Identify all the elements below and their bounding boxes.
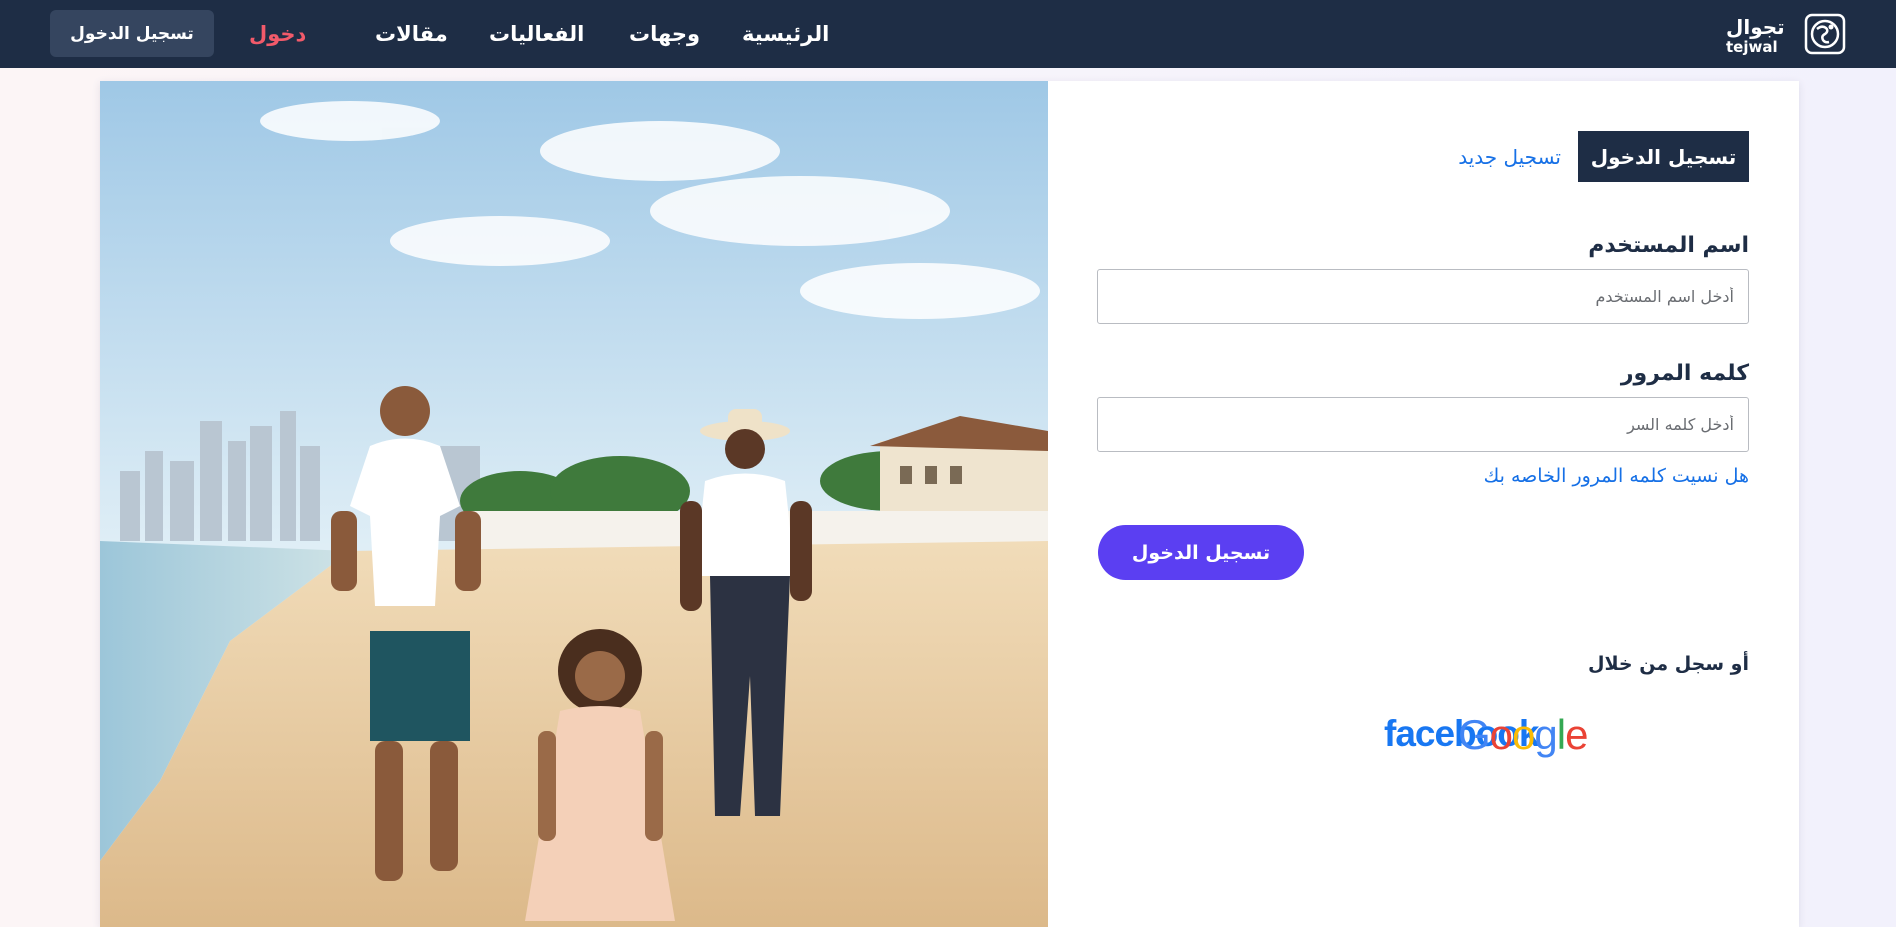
nav-link-events[interactable]: الفعاليات: [489, 0, 584, 68]
forgot-password-link[interactable]: هل نسيت كلمه المرور الخاصه بك: [1484, 465, 1749, 487]
beach-family-photo: [100, 81, 1048, 927]
login-form: تسجيل الدخول تسجيل جديد اسم المستخدم كلم…: [1048, 81, 1799, 927]
nav-link-destinations[interactable]: وجهات: [629, 0, 700, 68]
tab-register[interactable]: تسجيل جديد: [1458, 131, 1561, 182]
google-logo-icon: Google: [1458, 711, 1588, 758]
submit-login-button[interactable]: تسجيل الدخول: [1098, 525, 1304, 580]
nav-link-articles[interactable]: مقالات: [375, 0, 448, 68]
logo-text-english: tejwal: [1726, 38, 1778, 56]
login-card: تسجيل الدخول تسجيل جديد اسم المستخدم كلم…: [100, 81, 1799, 927]
nav-link-home[interactable]: الرئيسية: [742, 0, 829, 68]
site-logo[interactable]: تجوال tejwal: [1726, 12, 1846, 56]
username-label: اسم المستخدم: [1588, 233, 1749, 258]
top-navbar: تسجيل الدخول دخول مقالات الفعاليات وجهات…: [0, 0, 1896, 68]
google-login-button[interactable]: Google: [1458, 711, 1588, 759]
password-input[interactable]: [1097, 397, 1749, 452]
password-label: كلمه المرور: [1620, 361, 1749, 386]
username-input[interactable]: [1097, 269, 1749, 324]
globe-logo-icon: [1804, 13, 1846, 55]
logo-text-arabic: تجوال: [1726, 15, 1785, 39]
nav-login-button[interactable]: تسجيل الدخول: [50, 10, 214, 57]
nav-link-signin[interactable]: دخول: [249, 0, 306, 68]
social-signin-label: أو سجل من خلال: [1588, 653, 1749, 675]
tab-login[interactable]: تسجيل الدخول: [1578, 131, 1749, 182]
